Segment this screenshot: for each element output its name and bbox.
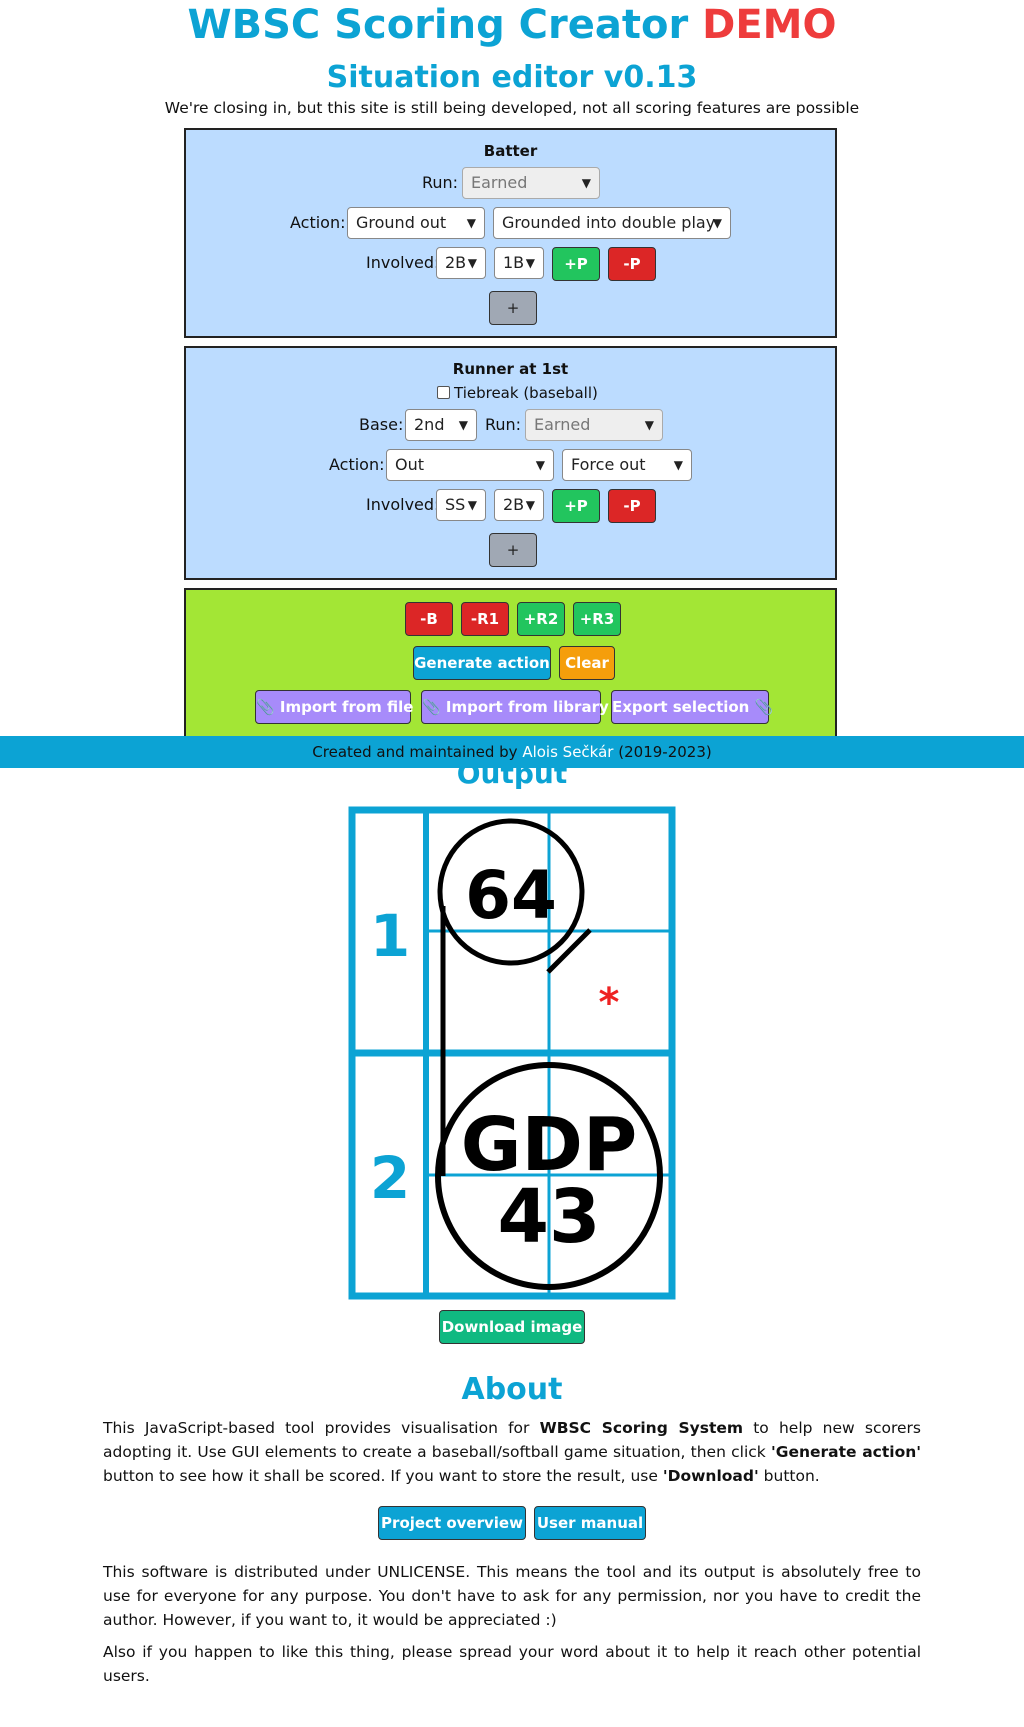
runner1-panel: Runner at 1st Tiebreak (baseball) Base: … (184, 346, 837, 580)
chevron-down-icon: ▼ (644, 418, 654, 432)
about-paragraph-2: This software is distributed under UNLIC… (103, 1563, 921, 1629)
batter-run-label: Run: (422, 173, 459, 192)
row1-play-text: 64 (465, 857, 557, 934)
app-title: WBSC Scoring Creator DEMO (0, 0, 1024, 50)
runner1-base-label: Base: (359, 415, 404, 434)
download-image-button[interactable]: Download image (439, 1310, 585, 1344)
title-main: WBSC Scoring Creator (187, 2, 689, 48)
runner1-action-label: Action: (329, 455, 385, 474)
batter-run-value: Earned (471, 173, 528, 192)
page-subtitle: Situation editor v0.13 (326, 60, 698, 95)
footer-years: (2019-2023) (618, 743, 712, 761)
runner1-action-detail-value: Force out (571, 455, 646, 474)
runner1-run-label: Run: (485, 415, 522, 434)
batter-action-select[interactable]: Ground out ▼ (347, 207, 485, 239)
add-runner3-button[interactable]: +R3 (573, 602, 621, 636)
footer-prefix: Created and maintained by (312, 743, 518, 761)
remove-runner1-button[interactable]: -R1 (461, 602, 509, 636)
runner1-base-select[interactable]: 2nd ▼ (405, 409, 477, 441)
about-text: button to see how it shall be scored. If… (103, 1467, 658, 1485)
runner1-action-detail-select[interactable]: Force out ▼ (562, 449, 692, 481)
user-manual-button[interactable]: User manual (534, 1506, 646, 1540)
row1-number: 1 (370, 902, 410, 970)
batter-action-value: Ground out (356, 213, 447, 232)
batter-add-player-button[interactable]: +P (552, 247, 600, 281)
runner1-involved-label: Involved: (366, 495, 440, 514)
about-text: This JavaScript-based tool provides visu… (103, 1419, 530, 1437)
title-demo: DEMO (702, 2, 837, 48)
runner1-involved-1-value: SS (445, 495, 466, 514)
runner1-involved-2-select[interactable]: 2B ▼ (494, 489, 544, 521)
batter-action-label: Action: (290, 213, 346, 232)
chevron-down-icon: ▼ (467, 498, 477, 512)
runner1-add-action-button[interactable]: + (489, 533, 537, 567)
row2-play-text-line2: 43 (498, 1174, 601, 1260)
about-title: About (461, 1372, 563, 1407)
export-selection-button[interactable]: Export selection 📎 (611, 690, 773, 724)
runner1-run-select[interactable]: Earned ▼ (525, 409, 663, 441)
runner1-involved-2-value: 2B (503, 495, 525, 514)
batter-title: Batter (483, 142, 538, 160)
clear-button[interactable]: Clear (559, 646, 615, 680)
runner1-add-player-button[interactable]: +P (552, 489, 600, 523)
footer-bar: Created and maintained by Alois Sečkár (… (0, 736, 1024, 768)
batter-add-action-button[interactable]: + (489, 291, 537, 325)
runner1-title: Runner at 1st (452, 360, 569, 378)
earned-run-mark: * (599, 980, 620, 1026)
controls-panel: -B -R1 +R2 +R3 Generate action Clear 📎 I… (184, 588, 837, 748)
tiebreak-checkbox[interactable] (437, 386, 450, 399)
chevron-down-icon: ▼ (673, 458, 683, 472)
about-text: button. (763, 1467, 820, 1485)
batter-panel: Batter Run: Earned ▼ Action: Ground out ▼ … (184, 128, 837, 338)
row2-number: 2 (370, 1144, 410, 1212)
tiebreak-option[interactable]: Tiebreak (baseball) (437, 383, 598, 403)
about-emphasis-wbsc: WBSC Scoring System (539, 1419, 744, 1437)
batter-involved-1-value: 2B (445, 253, 467, 272)
chevron-down-icon: ▼ (467, 256, 477, 270)
runner1-action-value: Out (395, 455, 425, 474)
project-overview-button[interactable]: Project overview (378, 1506, 526, 1540)
about-emphasis-generate: 'Generate action' (770, 1443, 922, 1461)
add-runner2-button[interactable]: +R2 (517, 602, 565, 636)
chevron-down-icon: ▼ (712, 216, 722, 230)
batter-involved-2-select[interactable]: 1B ▼ (494, 247, 544, 279)
batter-remove-player-button[interactable]: -P (608, 247, 656, 281)
tiebreak-label: Tiebreak (baseball) (454, 384, 598, 402)
runner1-action-select[interactable]: Out ▼ (386, 449, 554, 481)
batter-involved-label: Involved: (366, 253, 440, 272)
batter-action-detail-value: Grounded into double play (502, 213, 716, 232)
chevron-down-icon: ▼ (581, 176, 591, 190)
import-library-button[interactable]: 📎 Import from library (421, 690, 609, 724)
about-emphasis-download: 'Download' (662, 1467, 759, 1485)
chevron-down-icon: ▼ (466, 216, 476, 230)
import-file-button[interactable]: 📎 Import from file (255, 690, 413, 724)
chevron-down-icon: ▼ (458, 418, 468, 432)
chevron-down-icon: ▼ (535, 458, 545, 472)
batter-action-detail-select[interactable]: Grounded into double play ▼ (493, 207, 731, 239)
generate-action-button[interactable]: Generate action (413, 646, 551, 680)
scoresheet-graphic: 1 2 64 * GDP 43 (348, 806, 676, 1300)
runner1-remove-player-button[interactable]: -P (608, 489, 656, 523)
runner1-involved-1-select[interactable]: SS ▼ (436, 489, 486, 521)
about-paragraph-3: Also if you happen to like this thing, p… (103, 1643, 921, 1685)
author-link[interactable]: Alois Sečkár (522, 743, 613, 761)
chevron-down-icon: ▼ (525, 498, 535, 512)
development-notice: We're closing in, but this site is still… (164, 99, 860, 117)
batter-run-select[interactable]: Earned ▼ (462, 167, 600, 199)
runner1-run-value: Earned (534, 415, 591, 434)
about-paragraph-1: This JavaScript-based tool provides visu… (103, 1416, 921, 1488)
batter-involved-2-value: 1B (503, 253, 525, 272)
remove-batter-button[interactable]: -B (405, 602, 453, 636)
chevron-down-icon: ▼ (525, 256, 535, 270)
batter-involved-1-select[interactable]: 2B ▼ (436, 247, 486, 279)
runner1-base-value: 2nd (414, 415, 445, 434)
